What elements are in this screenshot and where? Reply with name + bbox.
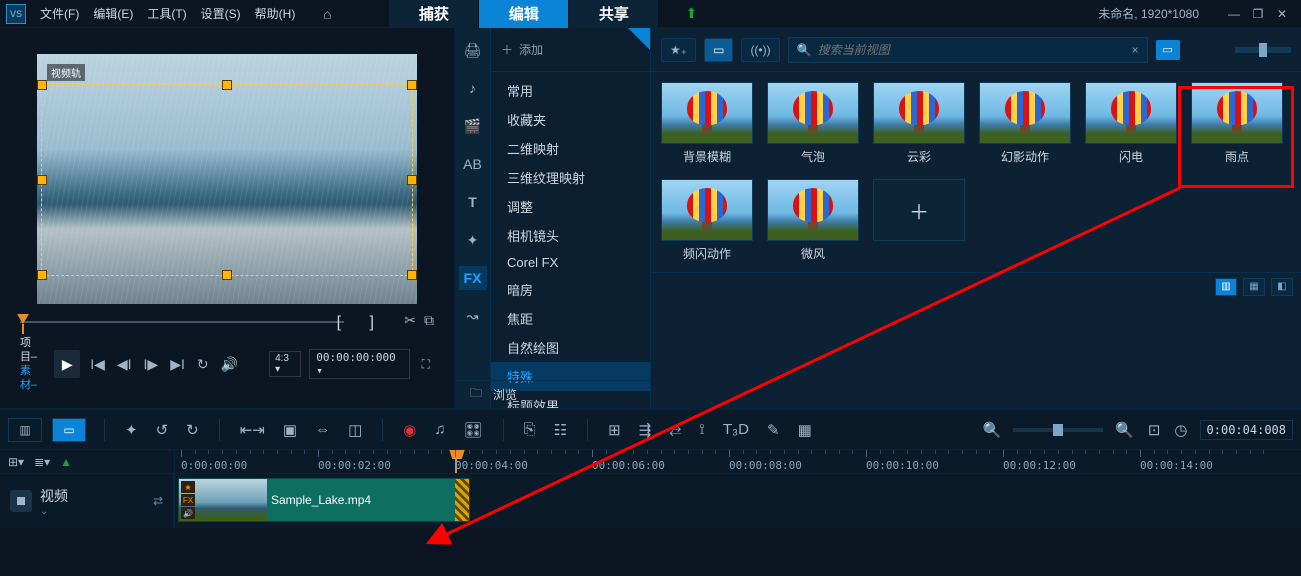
annotation-arrow: [0, 0, 1301, 576]
